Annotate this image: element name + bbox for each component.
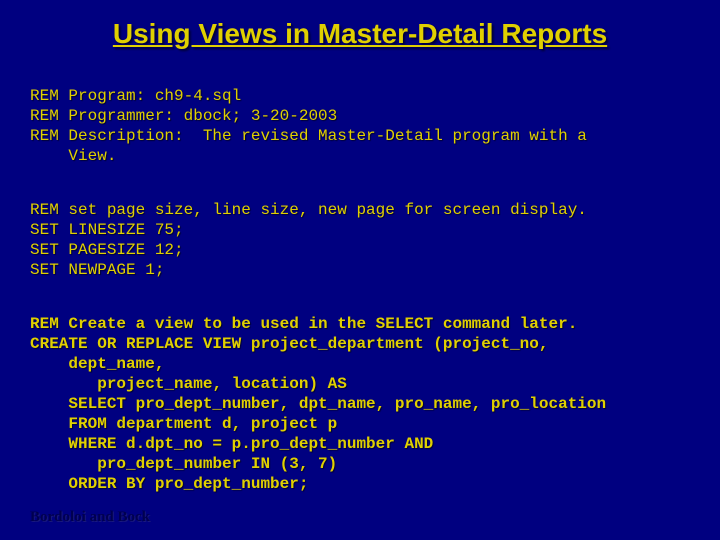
code-line: FROM department d, project p <box>30 415 337 433</box>
code-line: REM set page size, line size, new page f… <box>30 201 587 219</box>
code-block-3: REM Create a view to be used in the SELE… <box>30 294 690 494</box>
slide: Using Views in Master-Detail Reports REM… <box>0 0 720 540</box>
code-line: SET PAGESIZE 12; <box>30 241 184 259</box>
code-line: CREATE OR REPLACE VIEW project_departmen… <box>30 335 548 353</box>
code-line: SET LINESIZE 75; <box>30 221 184 239</box>
code-line: dept_name, <box>30 355 164 373</box>
code-line: REM Description: The revised Master-Deta… <box>30 127 587 145</box>
page-title: Using Views in Master-Detail Reports <box>30 18 690 50</box>
code-line: View. <box>30 147 116 165</box>
code-block-2: REM set page size, line size, new page f… <box>30 180 690 280</box>
code-line: project_name, location) AS <box>30 375 347 393</box>
code-line: SET NEWPAGE 1; <box>30 261 164 279</box>
code-line: WHERE d.dpt_no = p.pro_dept_number AND <box>30 435 433 453</box>
code-line: SELECT pro_dept_number, dpt_name, pro_na… <box>30 395 606 413</box>
code-line: REM Program: ch9-4.sql <box>30 87 241 105</box>
code-line: ORDER BY pro_dept_number; <box>30 475 308 493</box>
code-line: pro_dept_number IN (3, 7) <box>30 455 337 473</box>
code-line: REM Create a view to be used in the SELE… <box>30 315 577 333</box>
footer-author: Bordoloi and Bock <box>30 509 150 526</box>
code-line: REM Programmer: dbock; 3-20-2003 <box>30 107 337 125</box>
code-block-1: REM Program: ch9-4.sql REM Programmer: d… <box>30 66 690 166</box>
